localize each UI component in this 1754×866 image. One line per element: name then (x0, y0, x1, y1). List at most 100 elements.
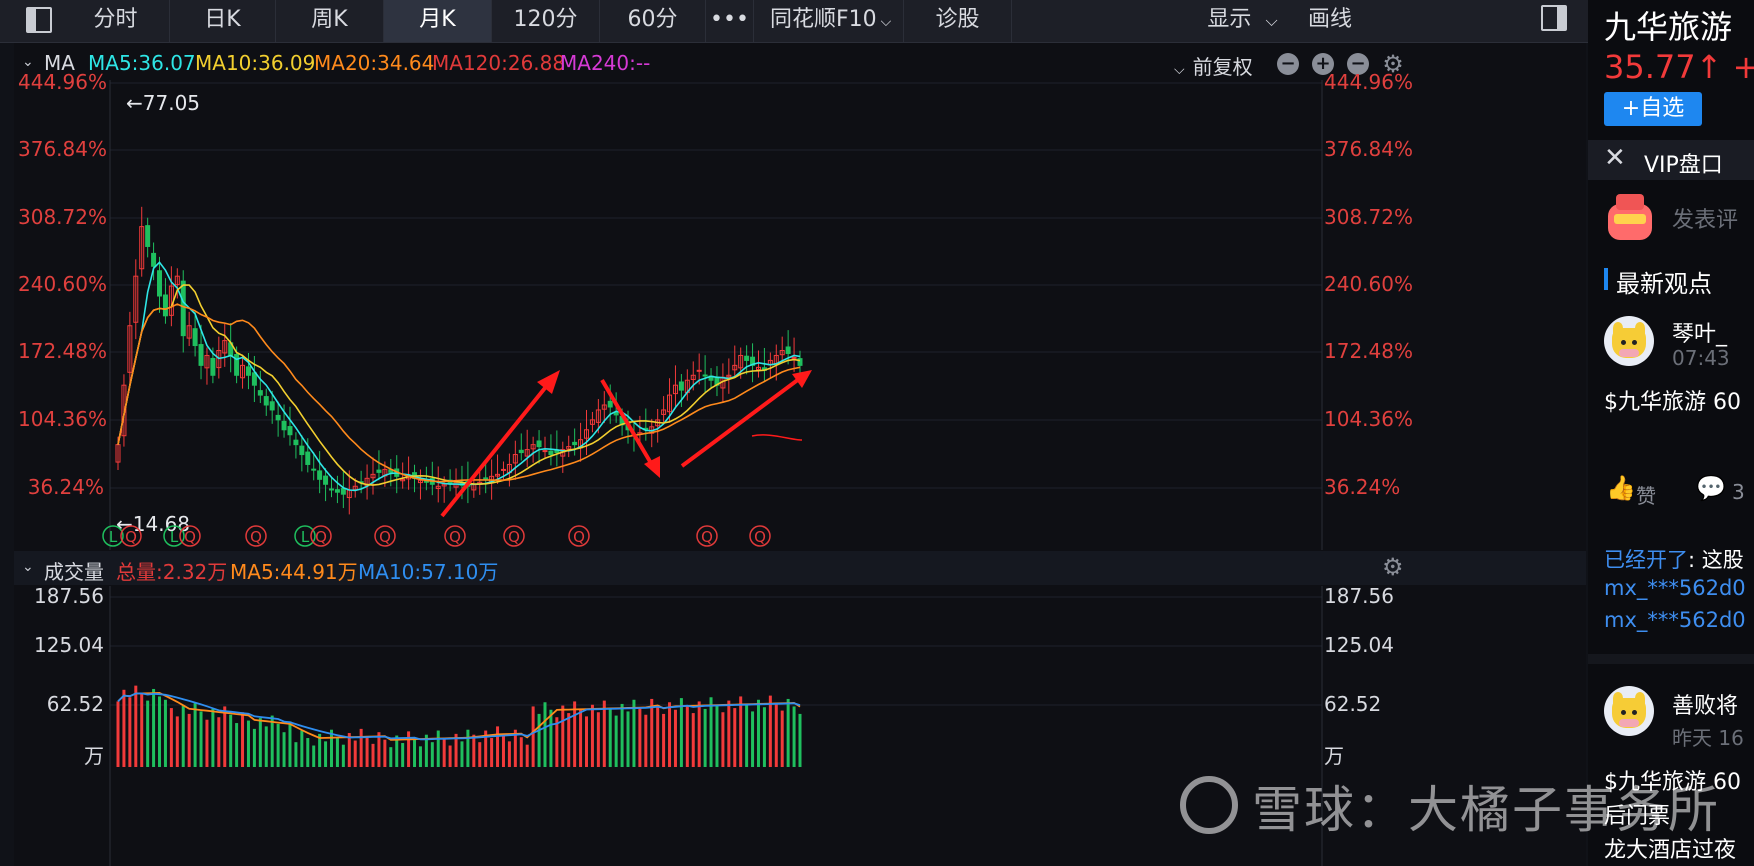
tab-monthly-k[interactable]: 月K (384, 0, 492, 42)
volume-bar (140, 693, 144, 767)
candle-body (518, 449, 524, 454)
candle-body (245, 366, 251, 376)
right-panel-toggle-icon[interactable] (1541, 5, 1567, 31)
candle-body (376, 469, 382, 473)
volume-axis-tick: 万 (84, 744, 104, 768)
user-avatar[interactable] (1604, 686, 1654, 736)
volume-bar (312, 745, 316, 767)
post-username[interactable]: 琴叶_ (1672, 316, 1727, 348)
volume-bar (786, 698, 790, 767)
event-marker-label: Q (250, 528, 262, 546)
candle-body (702, 374, 708, 377)
mention-link[interactable]: mx_***562d0 (1604, 576, 1746, 600)
volume-bar (175, 716, 179, 767)
volume-bar (638, 707, 642, 767)
gear-icon[interactable]: ⚙ (1382, 553, 1404, 581)
price-axis-tick: 172.48% (1324, 339, 1413, 363)
ma10-value: MA10:36.09 (195, 51, 316, 75)
tab-f10[interactable]: 同花顺F10 ⌵ (754, 0, 904, 42)
trend-arrow (440, 376, 555, 518)
mention-link[interactable]: mx_***562d0 (1604, 608, 1746, 632)
period-tab-bar: 分时 日K 周K 月K 120分 60分 ••• 同花顺F10 ⌵ 诊股 显示 ⌵ … (0, 0, 1588, 43)
price-axis-tick: 308.72% (1324, 205, 1413, 229)
user-avatar[interactable] (1604, 316, 1654, 366)
post-username[interactable]: 善败将 (1672, 688, 1738, 720)
volume-axis-tick: 187.56 (34, 584, 104, 608)
thumbs-up-icon[interactable]: 👍 (1606, 474, 1636, 502)
price-axis-tick: 308.72% (18, 205, 107, 229)
candle-body (275, 414, 281, 421)
collapse-icon[interactable]: ⌄ (22, 559, 34, 575)
volume-bar (401, 743, 405, 767)
more-tabs-button[interactable]: ••• (706, 0, 754, 42)
volume-bar (128, 697, 132, 767)
post-body[interactable]: $九华旅游 60 (1604, 384, 1741, 416)
tab-120min[interactable]: 120分 (492, 0, 600, 42)
volume-bar (745, 703, 749, 767)
candle-body (305, 451, 311, 465)
tab-60min[interactable]: 60分 (600, 0, 706, 42)
candle-body (678, 381, 684, 391)
volume-bar (341, 744, 345, 767)
price-axis-tick: 240.60% (18, 272, 107, 296)
candle-body (210, 357, 216, 376)
volume-bar (359, 728, 363, 767)
volume-bar (235, 723, 239, 767)
price-axis-tick: 104.36% (18, 407, 107, 431)
volume-bar (709, 697, 713, 767)
chevron-down-icon: ⌵ (1265, 11, 1278, 30)
vip-panel-label[interactable]: VIP盘口 (1644, 147, 1723, 179)
display-dropdown[interactable]: 显示 ⌵ (1195, 0, 1290, 42)
volume-bar (365, 736, 369, 767)
volume-bar (413, 738, 417, 767)
volume-bar (460, 741, 464, 767)
volume-bar (602, 700, 606, 767)
post-avatar-icon (1604, 194, 1654, 240)
adjust-dropdown[interactable]: ⌵ 前复权 (1174, 51, 1253, 80)
volume-label: 成交量 (44, 560, 104, 584)
close-icon[interactable]: ✕ (1604, 143, 1626, 173)
volume-bar (246, 720, 250, 767)
volume-bar (134, 685, 138, 767)
volume-bar (229, 714, 233, 767)
candle-body (323, 475, 329, 485)
volume-bar (620, 703, 624, 767)
minus-icon[interactable]: − (1277, 53, 1299, 75)
volume-bar (163, 699, 167, 767)
volume-bar (691, 713, 695, 767)
volume-bar (407, 731, 411, 767)
collapse-icon[interactable]: ⌄ (22, 54, 34, 70)
volume-axis-tick: 62.52 (46, 692, 104, 716)
tab-diagnose[interactable]: 诊股 (904, 0, 1012, 42)
adjust-label: 前复权 (1192, 55, 1253, 79)
volume-bar (727, 700, 731, 767)
volume-bar (264, 726, 268, 767)
volume-bar (294, 742, 298, 767)
draw-line-button[interactable]: 画线 (1290, 0, 1370, 42)
volume-ma5: MA5:44.91万 (230, 560, 358, 584)
volume-bar (217, 717, 221, 767)
tab-f10-label: 同花顺F10 (770, 7, 877, 32)
tab-weekly-k[interactable]: 周K (276, 0, 384, 42)
volume-axis-tick: 125.04 (34, 633, 104, 657)
volume-bar (496, 726, 500, 767)
like-label[interactable]: 赞 (1636, 480, 1656, 509)
trend-arrow-head (792, 370, 812, 388)
tab-timeshare[interactable]: 分时 (62, 0, 170, 42)
trend-arrow-head (537, 370, 560, 394)
post-comment-input[interactable]: 发表评 (1672, 202, 1738, 234)
volume-bar (549, 709, 553, 767)
comment-icon[interactable]: 💬 (1696, 474, 1726, 502)
add-watchlist-button[interactable]: +自选 (1604, 92, 1702, 126)
candle-body (785, 346, 791, 354)
volume-bar (567, 713, 571, 767)
volume-bar (579, 708, 583, 767)
event-marker-label: Q (379, 528, 391, 546)
reply-user[interactable]: 已经开了 (1604, 548, 1688, 572)
volume-bar (573, 701, 577, 767)
volume-bar (116, 701, 120, 767)
left-panel-toggle-icon[interactable] (26, 7, 52, 33)
price-axis-tick: 240.60% (1324, 272, 1413, 296)
volume-bar (478, 742, 482, 767)
tab-daily-k[interactable]: 日K (170, 0, 276, 42)
